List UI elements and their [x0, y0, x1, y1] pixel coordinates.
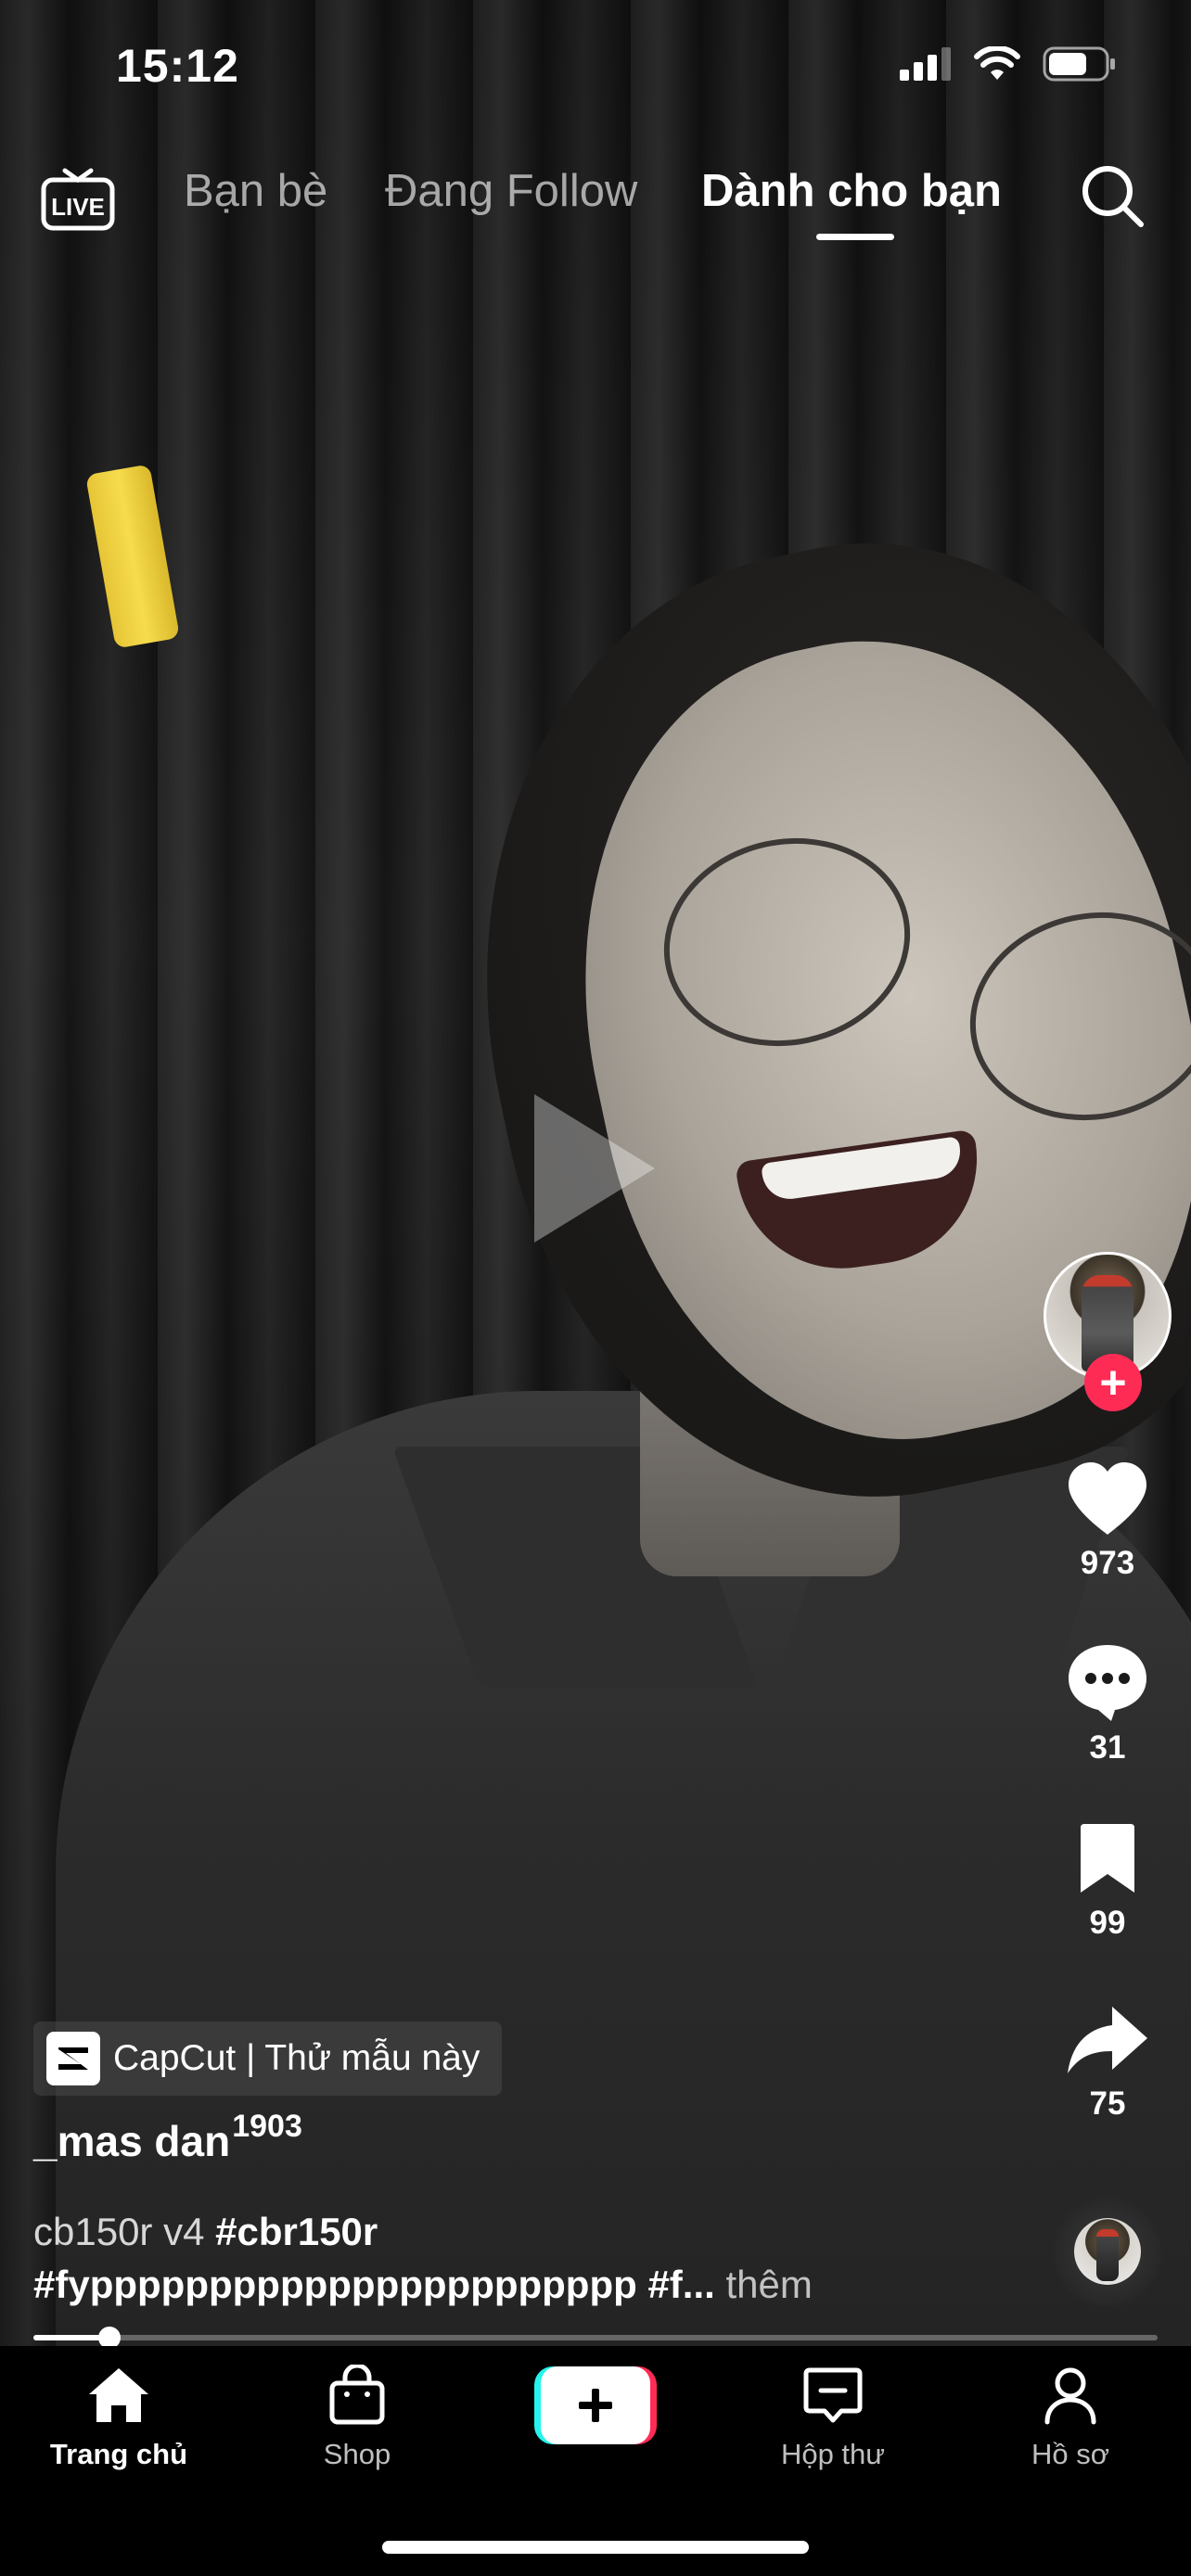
share-icon	[1068, 2007, 1147, 2073]
shop-bag-icon	[329, 2363, 385, 2425]
search-button[interactable]	[1076, 159, 1150, 234]
search-icon	[1082, 166, 1144, 227]
play-icon[interactable]	[534, 1094, 655, 1243]
create-button[interactable]	[534, 2366, 657, 2444]
tab-inbox[interactable]: Hộp thư	[749, 2365, 916, 2471]
tab-inbox-label: Hộp thư	[780, 2438, 886, 2470]
live-icon-label: LIVE	[51, 193, 105, 221]
comment-icon	[1069, 1645, 1146, 1721]
tab-profile-label: Hồ sơ	[1031, 2438, 1110, 2470]
bookmark-icon	[1081, 1824, 1134, 1893]
top-nav: LIVE Bạn bè Đang Follow Dành cho bạn	[0, 148, 1191, 260]
tiktok-feed-screen: 15:12 LIVE Bạn bè Đang Follow Dành cho b…	[0, 0, 1191, 2576]
tab-profile[interactable]: Hồ sơ	[987, 2365, 1154, 2471]
capcut-template-chip[interactable]: CapCut | Thử mẫu này	[33, 2021, 503, 2096]
video-player[interactable]	[0, 0, 1191, 2346]
capcut-icon	[46, 2032, 100, 2085]
comment-count: 31	[1089, 1729, 1126, 1766]
music-disc[interactable]	[1052, 2196, 1163, 2307]
status-icons	[900, 46, 1117, 82]
music-disc-cover	[1074, 2218, 1141, 2285]
inbox-icon	[803, 2367, 863, 2423]
plus-icon	[579, 2389, 612, 2422]
live-button[interactable]: LIVE	[39, 158, 117, 236]
like-count: 973	[1080, 1545, 1135, 1581]
save-count: 99	[1089, 1905, 1126, 1941]
live-icon: LIVE	[41, 168, 115, 231]
create-button-face	[541, 2366, 650, 2444]
profile-icon	[1044, 2367, 1096, 2425]
signal-icon	[900, 47, 951, 81]
caption-line-1: cb150r v4 #cbr150r	[33, 2210, 378, 2254]
username-text: _mas dan	[33, 2117, 231, 2165]
wifi-icon	[974, 46, 1020, 80]
video-yellow-object	[85, 464, 180, 649]
tab-shop[interactable]: Shop	[274, 2363, 441, 2471]
share-button[interactable]: 75	[1039, 2003, 1176, 2123]
creator-avatar-group: +	[1044, 1252, 1172, 1411]
tab-following[interactable]: Đang Follow	[385, 165, 637, 217]
hashtag-link-truncated[interactable]: #f...	[647, 2263, 714, 2306]
share-count: 75	[1089, 2085, 1126, 2122]
home-indicator[interactable]	[382, 2541, 809, 2554]
tab-home-label: Trang chủ	[49, 2438, 188, 2470]
plus-icon: +	[1099, 1357, 1127, 1409]
tab-shop-label: Shop	[323, 2438, 391, 2470]
heart-icon	[1069, 1462, 1146, 1535]
capcut-chip-label: CapCut | Thử mẫu này	[113, 2038, 480, 2078]
creator-username[interactable]: _mas dan1903	[33, 2109, 302, 2166]
username-superscript: 1903	[232, 2109, 302, 2144]
video-progress-bar[interactable]	[33, 2327, 1158, 2349]
hashtag-link[interactable]: #cbr150r	[215, 2210, 378, 2253]
tab-for-you[interactable]: Dành cho bạn	[701, 165, 1002, 217]
caption-text: cb150r v4	[33, 2210, 205, 2253]
see-more-link[interactable]: thêm	[725, 2263, 812, 2306]
caption-line-2: #fyppppppppppppppppppppppp #f... thêm	[33, 2263, 813, 2307]
save-button[interactable]: 99	[1039, 1822, 1176, 1942]
battery-icon	[1043, 46, 1115, 82]
tab-home[interactable]: Trang chủ	[35, 2365, 202, 2471]
like-button[interactable]: 973	[1039, 1460, 1176, 1582]
status-time: 15:12	[116, 40, 239, 92]
active-tab-indicator	[816, 234, 894, 240]
follow-button[interactable]: +	[1084, 1354, 1142, 1411]
status-bar: 15:12	[0, 0, 1191, 139]
comment-button[interactable]: 31	[1039, 1641, 1176, 1766]
tab-friends[interactable]: Bạn bè	[184, 165, 327, 217]
home-icon	[89, 2368, 148, 2422]
hashtag-link[interactable]: #fyppppppppppppppppppppppp	[33, 2263, 637, 2306]
